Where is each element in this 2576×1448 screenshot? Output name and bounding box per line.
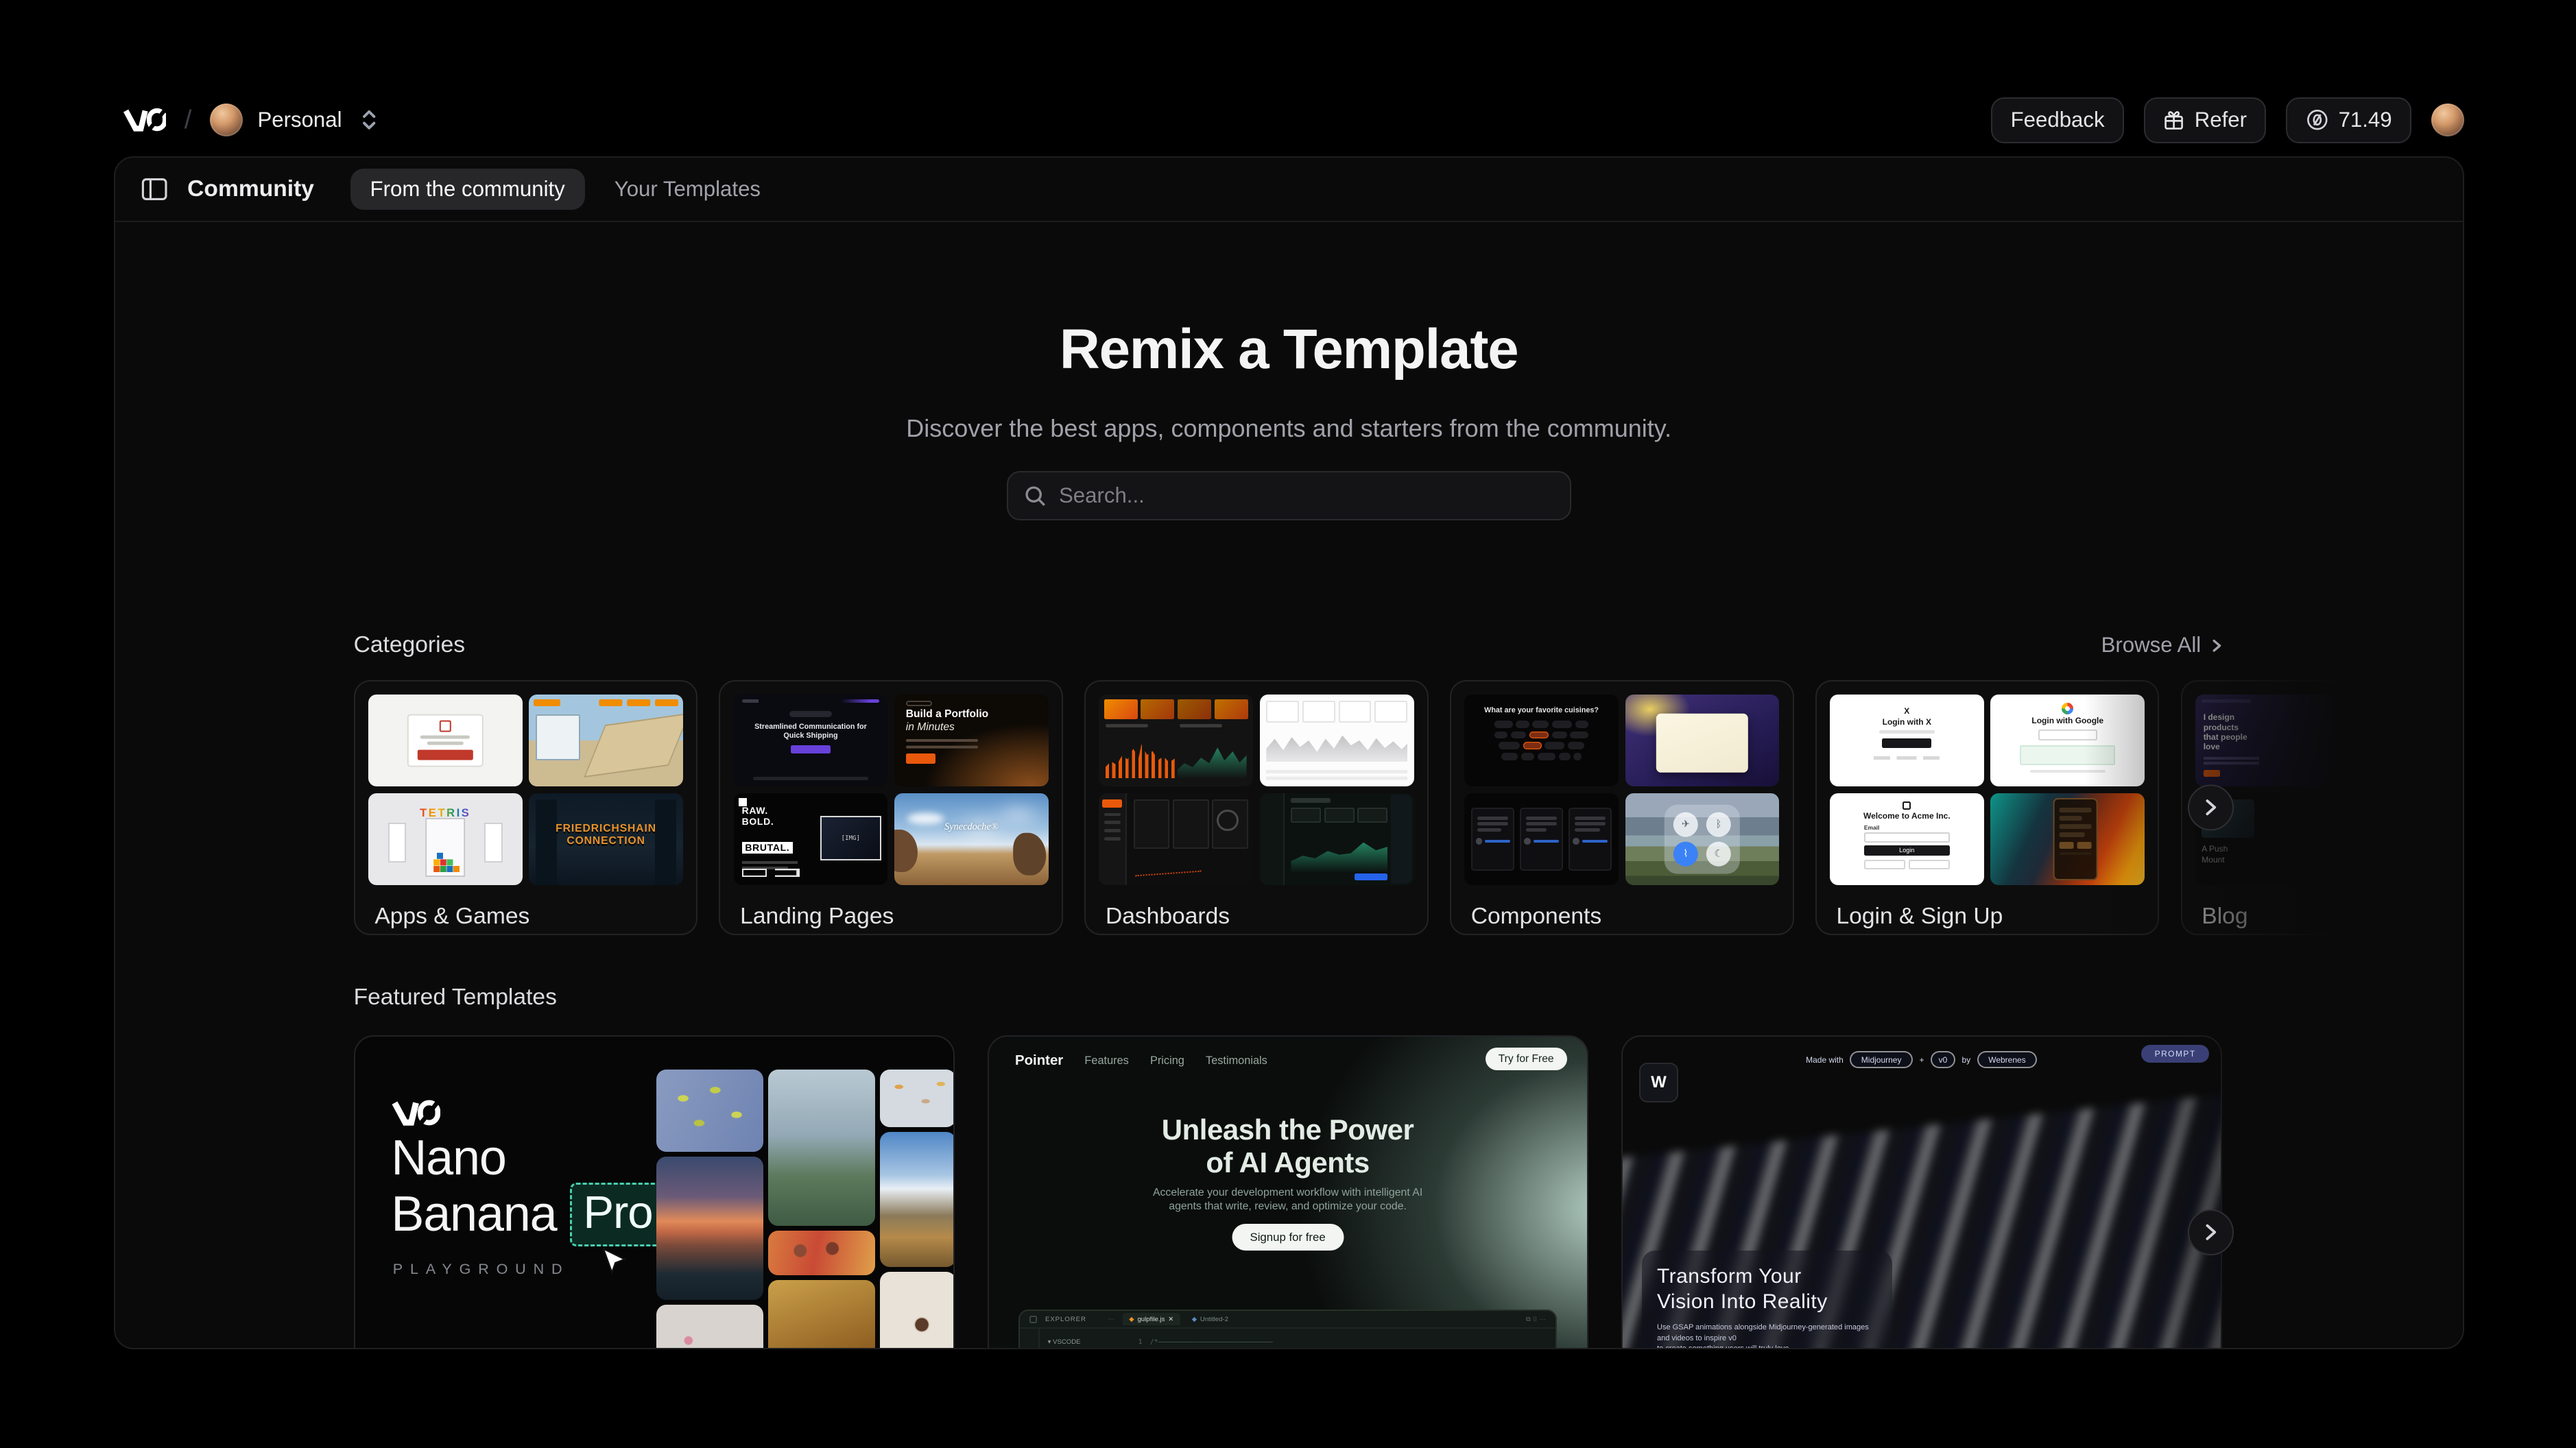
categories-heading: Categories — [354, 632, 465, 658]
collage-leaves-photo — [656, 1070, 763, 1152]
thumbnail-login-with-google: Login with Google — [1990, 695, 2145, 786]
thumbnail-synecdoche-landing: Synecdoche® — [894, 793, 1049, 885]
collage-pills-photo — [880, 1070, 954, 1127]
page-title: Community — [187, 176, 314, 202]
thumbnail-blog-dark — [2356, 695, 2464, 786]
chevron-right-icon — [2202, 798, 2219, 816]
thumbnail-testimonials — [1464, 793, 1619, 885]
category-label: Landing Pages — [734, 904, 1049, 930]
categories-section-head: Categories Browse All — [115, 632, 2463, 658]
category-card-landing-pages[interactable]: Streamlined Communication for Quick Ship… — [719, 680, 1063, 935]
category-card-dashboards[interactable]: Dashboards — [1084, 680, 1429, 935]
thumbnail-brutalist-landing: RAW. BOLD. BRUTAL. [IMG] — [734, 793, 888, 885]
category-card-components[interactable]: What are your favorite cuisines? — [1450, 680, 1794, 935]
search-icon — [1025, 485, 1046, 507]
v0-logo-icon — [391, 1096, 440, 1130]
thumbnail-cuisine-chips: What are your favorite cuisines? — [1464, 695, 1619, 786]
thumbnail-gradient-signup — [1990, 793, 2145, 885]
credits-button[interactable]: 71.49 — [2286, 97, 2411, 143]
featured-section-head: Featured Templates — [115, 985, 2463, 1011]
thumbnail-blog-dark-2 — [2356, 793, 2464, 885]
thumbnail-gradient-card — [1625, 695, 1780, 786]
collage-landscape-painting — [768, 1070, 875, 1226]
category-label: Login & Sign Up — [1830, 904, 2145, 930]
browse-all-link[interactable]: Browse All — [2101, 633, 2224, 657]
thumbnail-control-center: ✈ᛒ⌇☾ — [1625, 793, 1780, 885]
refer-button[interactable]: Refer — [2144, 97, 2267, 143]
collage-mountain-photo — [880, 1132, 954, 1267]
signup-for-free-button: Signup for free — [1232, 1224, 1344, 1251]
cursor-pointer-icon — [600, 1247, 626, 1277]
thumbnail-acme-login: Welcome to Acme Inc. Email Login — [1830, 793, 1984, 885]
try-for-free-button: Try for Free — [1486, 1048, 1567, 1070]
collage-sunset-photo — [656, 1157, 763, 1300]
thumbnail-calendar-app — [368, 695, 523, 786]
workspace-avatar[interactable] — [210, 104, 243, 136]
hero-title: Remix a Template — [115, 315, 2463, 385]
chevron-right-icon — [2209, 638, 2224, 653]
v0-community-page: / Personal Feedback — [0, 0, 2576, 1448]
category-card-login-signup[interactable]: X Login with X Login with Google Welcome… — [1815, 680, 2160, 935]
prompt-button: PROMPT — [2141, 1045, 2208, 1063]
featured-card-nano-banana-pro[interactable]: Nano Banana Pro PLAYGROUND — [354, 1035, 955, 1349]
hero-copy-panel: Transform Your Vision Into Reality Use G… — [1642, 1251, 1892, 1349]
community-header: Community From the community Your Templa… — [115, 158, 2463, 222]
search-box[interactable] — [1007, 471, 1571, 520]
community-panel: Community From the community Your Templa… — [114, 156, 2464, 1349]
breadcrumb-separator: / — [184, 105, 192, 135]
featured-card-webrenes[interactable]: Made with Midjourney + v0 by Webrenes W … — [1621, 1035, 2222, 1349]
top-bar: / Personal Feedback — [0, 0, 2576, 156]
thumbnail-finance-dashboard — [1260, 793, 1414, 885]
categories-next-button[interactable] — [2188, 784, 2234, 830]
thumbnail-saas-landing: Streamlined Communication for Quick Ship… — [734, 695, 888, 786]
featured-heading: Featured Templates — [354, 985, 557, 1011]
credits-icon — [2306, 108, 2329, 132]
gift-icon — [2163, 110, 2184, 131]
workspace-name[interactable]: Personal — [257, 108, 342, 132]
featured-card-pointer[interactable]: Pointer Features Pricing Testimonials Tr… — [988, 1035, 1588, 1349]
hero-section: Remix a Template Discover the best apps,… — [115, 222, 2463, 521]
thumbnail-friedrichshain-game: FRIEDRICHSHAIN CONNECTION — [529, 793, 683, 885]
pro-badge: Pro — [570, 1183, 667, 1246]
chevron-right-icon — [2202, 1223, 2219, 1241]
category-label: Apps & Games — [368, 904, 683, 930]
thumbnail-light-dashboard — [1260, 695, 1414, 786]
collage-flowers-photo — [656, 1305, 763, 1349]
collage-people-photo — [768, 1231, 875, 1275]
v0-logo-icon[interactable] — [123, 104, 166, 136]
search-input[interactable] — [1059, 483, 1553, 508]
featured-next-button[interactable] — [2188, 1209, 2234, 1255]
featured-carousel: Nano Banana Pro PLAYGROUND — [115, 1035, 2463, 1348]
collage-coffee-photo — [880, 1272, 954, 1349]
feedback-button[interactable]: Feedback — [1991, 97, 2124, 143]
categories-carousel: TETRIS FRIEDRICHSHAIN CONNECTION Apps & … — [115, 680, 2463, 935]
thumbnail-dark-admin-dashboard — [1099, 793, 1253, 885]
workspace-switcher-chevrons-icon[interactable] — [360, 108, 378, 132]
thumbnail-isometric-game — [529, 695, 683, 786]
collage-bottles-photo — [768, 1280, 875, 1349]
category-card-apps-games[interactable]: TETRIS FRIEDRICHSHAIN CONNECTION Apps & … — [354, 680, 698, 935]
webrenes-logo: W — [1639, 1063, 1679, 1102]
user-avatar[interactable] — [2431, 104, 2464, 136]
community-tabs: From the community Your Templates — [350, 169, 780, 210]
thumbnail-orange-dashboard — [1099, 695, 1253, 786]
tab-from-the-community[interactable]: From the community — [350, 169, 585, 210]
category-label: Components — [1464, 904, 1779, 930]
category-label: Dashboards — [1099, 904, 1414, 930]
category-label: Blog — [2195, 904, 2464, 930]
thumbnail-login-with-x: X Login with X — [1830, 695, 1984, 786]
code-editor-mockup: EXPLORER ⋯ ◆gulpfile.js✕ ◆Untitled-2 ⧉ ▯… — [1018, 1310, 1558, 1349]
thumbnail-tetris-game: TETRIS — [368, 793, 523, 885]
thumbnail-portfolio-landing: Build a Portfolio in Minutes — [894, 695, 1049, 786]
sidebar-toggle-button[interactable] — [141, 177, 167, 202]
hero-subtitle: Discover the best apps, components and s… — [115, 414, 2463, 443]
tab-your-templates[interactable]: Your Templates — [595, 169, 780, 210]
thumbnail-designer-blog: I design products that people love — [2195, 695, 2350, 786]
